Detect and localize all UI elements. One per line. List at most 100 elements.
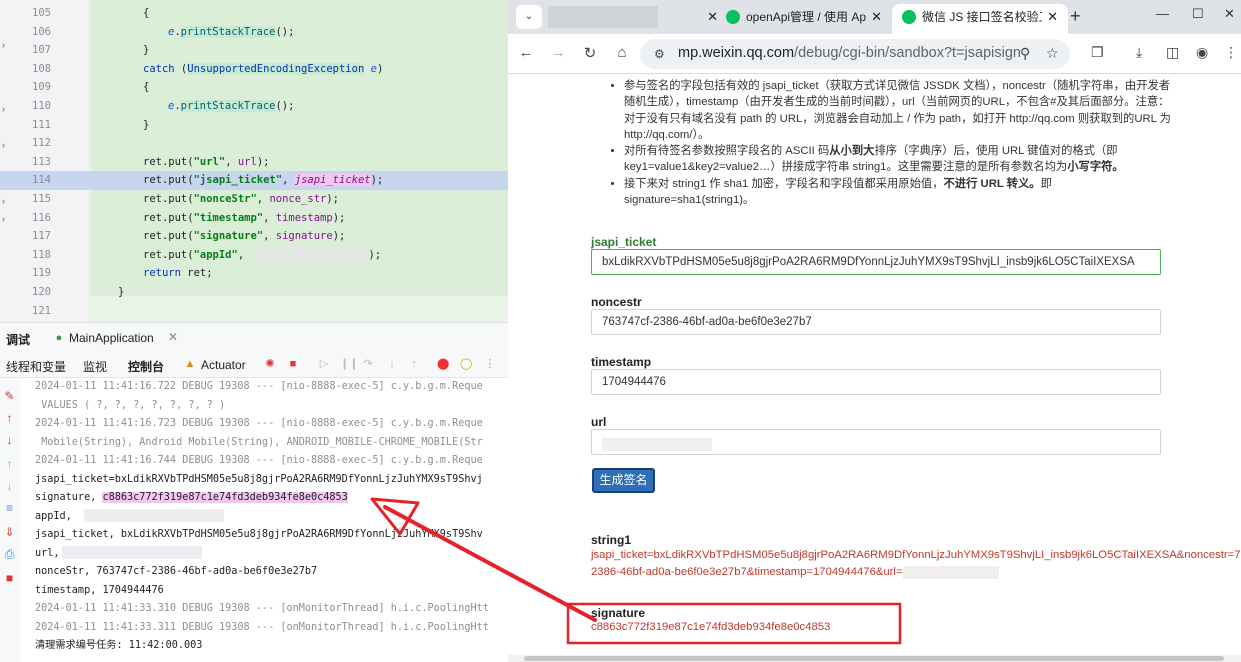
console-tab[interactable]: 控制台 (128, 358, 165, 380)
signature-highlight: c8863c772f319e87c1e74fd3deb934fe8e0c4853 (102, 492, 348, 503)
line-number: 109 (32, 81, 51, 94)
run-config-tab[interactable]: MainApplication (69, 331, 154, 345)
scrollbar-thumb[interactable] (524, 656, 1224, 661)
close-icon[interactable]: ✕ (871, 4, 882, 30)
step-over-icon[interactable]: ↷ (362, 358, 374, 370)
back-icon[interactable]: ← (516, 44, 536, 61)
jsapi-ticket-input[interactable]: bxLdikRXVbTPdHSM05e5u8j8gjrPoA2RA6RM9DfY… (591, 249, 1161, 275)
generate-signature-button[interactable]: 生成签名 (592, 468, 655, 493)
url-label: url (591, 415, 607, 429)
page-content: 参与签名的字段包括有效的 jsapi_ticket（获取方式详见微信 JSSDK… (508, 74, 1241, 662)
new-tab-button[interactable]: + (1070, 6, 1081, 27)
step-into-icon[interactable]: ↓ (386, 358, 398, 370)
close-icon[interactable]: ✕ (1047, 4, 1058, 30)
print-icon[interactable]: ⎙ (3, 548, 16, 561)
tab-redacted[interactable]: ✕ (544, 4, 718, 34)
fold-marker-icon[interactable]: › (2, 104, 10, 114)
zoom-search-icon[interactable]: ⚲ (1020, 45, 1030, 62)
console-line: VALUES ( ?, ?, ?, ?, ?, ?, ? ) (35, 399, 226, 411)
line-number: 111 (32, 118, 51, 131)
timestamp-input[interactable]: 1704944476 (591, 369, 1161, 395)
ide-window: 105 106 107 108 109 110 111 112 113 114 … (0, 0, 508, 662)
step-out-icon[interactable]: ↑ (408, 358, 420, 370)
bug-icon[interactable]: ✺ (264, 358, 276, 370)
pin-icon[interactable]: ⇓ (3, 526, 16, 539)
line-number: 105 (32, 7, 51, 19)
code-editor[interactable]: 105 106 107 108 109 110 111 112 113 114 … (0, 0, 508, 322)
fold-marker-icon[interactable]: › (2, 40, 10, 50)
line-number: 115 (32, 193, 51, 205)
fold-marker-icon[interactable]: › (2, 140, 10, 150)
tab-label: 微信 JS 接口签名校验工 (922, 10, 1042, 24)
stop-icon[interactable]: ■ (287, 358, 299, 370)
tab-search-button[interactable]: ⌄ (516, 5, 542, 29)
code-line: { (143, 81, 150, 94)
code-area[interactable]: { e.printStackTrace(); } catch (Unsuppor… (88, 0, 508, 322)
minimize-button[interactable]: — (1156, 6, 1169, 21)
watch-tab[interactable]: 监视 (83, 358, 107, 375)
code-line: e.printStackTrace(); (168, 100, 295, 112)
download-icon[interactable]: ⤓ (1136, 44, 1142, 61)
redacted-value (83, 509, 224, 522)
breakpoints-icon[interactable]: ⬤ (437, 358, 449, 370)
console-line: 2024-01-11 11:41:16.722 DEBUG 19308 --- … (35, 381, 483, 392)
noncestr-input[interactable]: 763747cf-2386-46bf-ad0a-be6f0e3e27b7 (591, 309, 1161, 335)
noncestr-label: noncestr (591, 295, 642, 309)
horizontal-scrollbar[interactable] (508, 655, 1241, 662)
instruction-item: 参与签名的字段包括有效的 jsapi_ticket（获取方式详见微信 JSSDK… (624, 78, 1172, 143)
more-icon[interactable]: ⋮ (484, 358, 496, 370)
soft-wrap-icon[interactable]: ≡ (3, 502, 16, 515)
url-input[interactable] (591, 429, 1161, 455)
pause-icon[interactable]: ❙❙ (340, 358, 358, 370)
bookmark-star-icon[interactable]: ☆ (1046, 45, 1059, 62)
mute-breakpoints-icon[interactable]: ◯ (460, 358, 472, 370)
console-line: jsapi_ticket=bxLdikRXVbTPdHSM05e5u8j8gjr… (35, 473, 483, 485)
profile-avatar-icon[interactable]: ◉ (1196, 44, 1208, 61)
threads-variables-tab[interactable]: 线程和变量 (6, 358, 66, 375)
menu-icon[interactable]: ⋮ (1224, 44, 1238, 61)
code-line: } (143, 118, 150, 131)
address-bar[interactable]: ⚙ mp.weixin.qq.com/debug/cgi-bin/sandbox… (640, 39, 1070, 69)
clear-icon[interactable]: ✎ (3, 390, 16, 403)
reload-icon[interactable]: ↻ (580, 44, 600, 62)
down-arrow-icon[interactable]: ↓ (3, 434, 16, 447)
scroll-end-icon[interactable]: ↓ (3, 480, 16, 493)
resume-icon[interactable]: ▷ (318, 358, 330, 370)
console-line: 2024-01-11 11:41:16.744 DEBUG 19308 --- … (35, 455, 483, 466)
run-config-icon: ● (55, 332, 63, 344)
console-line: 清理需求编号任务: 11:42:00.003 (35, 640, 203, 651)
line-number: 110 (32, 100, 51, 112)
code-line: ret.put("url", url); (143, 155, 270, 168)
console-output[interactable]: ✎ ↑ ↓ ↑ ↓ ≡ ⇓ ⎙ ■ 2024-01-11 11:41:16.72… (0, 378, 508, 662)
debug-tab[interactable]: 调试 (6, 331, 30, 348)
line-number: 117 (32, 230, 51, 243)
fold-marker-icon[interactable]: › (2, 214, 10, 224)
extensions-icon[interactable]: ❐ (1091, 44, 1104, 61)
redacted-value (602, 437, 712, 451)
home-icon[interactable]: ⌂ (612, 44, 632, 61)
line-number: 106 (32, 25, 51, 38)
signature-value: c8863c772f319e87c1e74fd3deb934fe8e0c4853 (591, 621, 831, 633)
tab-jssdk-sign[interactable]: 微信 JS 接口签名校验工 ✕ (892, 4, 1068, 34)
code-line: } (143, 44, 150, 57)
fold-marker-icon[interactable]: › (2, 196, 10, 206)
scroll-up-icon[interactable]: ↑ (3, 458, 16, 471)
tab-openapi[interactable]: openApi管理 / 使用 Ap ✕ (716, 4, 892, 34)
console-line: 2024-01-11 11:41:16.723 DEBUG 19308 --- … (35, 418, 483, 429)
tab-strip: ⌄ ✕ openApi管理 / 使用 Ap ✕ 微信 JS 接口签名校验工 ✕ … (508, 0, 1241, 34)
console-line: url, (35, 545, 202, 564)
forward-icon[interactable]: → (548, 44, 568, 61)
string1-value: jsapi_ticket=bxLdikRXVbTPdHSM05e5u8j8gjr… (591, 547, 1241, 581)
up-arrow-icon[interactable]: ↑ (3, 412, 16, 425)
string1-line: 2386-46bf-ad0a-be6f0e3e27b7&timestamp=17… (591, 564, 1241, 581)
close-icon[interactable]: ✕ (168, 330, 178, 344)
code-line: e.printStackTrace(); (168, 25, 295, 38)
side-panel-icon[interactable]: ◫ (1166, 44, 1179, 61)
close-window-button[interactable]: ✕ (1224, 6, 1235, 22)
actuator-tab[interactable]: Actuator (201, 358, 246, 372)
string1-line: jsapi_ticket=bxLdikRXVbTPdHSM05e5u8j8gjr… (591, 549, 1241, 561)
site-info-icon[interactable]: ⚙ (654, 47, 665, 61)
maximize-button[interactable]: ☐ (1192, 6, 1204, 22)
browser-window: ⌄ ✕ openApi管理 / 使用 Ap ✕ 微信 JS 接口签名校验工 ✕ … (508, 0, 1241, 662)
trash-icon[interactable]: ■ (3, 572, 16, 585)
